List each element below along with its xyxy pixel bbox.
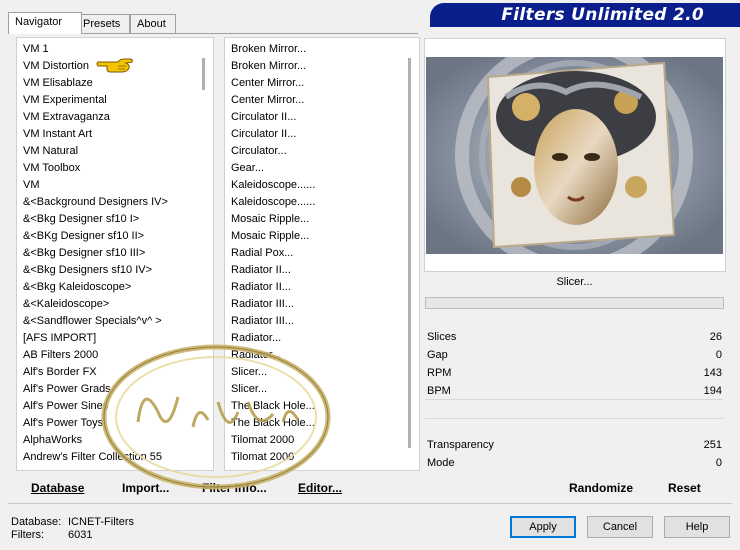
param-slices-value[interactable]: 26 xyxy=(662,331,722,343)
category-scrollbar-thumb[interactable] xyxy=(202,58,205,90)
filter-list-item[interactable]: Broken Mirror... xyxy=(225,58,315,75)
param-mode-label: Mode xyxy=(427,457,455,469)
watermark-stamp xyxy=(101,344,331,490)
param-divider xyxy=(425,418,723,419)
status-filters-label: Filters: xyxy=(11,529,44,541)
app-title: Filters Unlimited 2.0 xyxy=(501,5,704,25)
category-list-item[interactable]: VM Extravaganza xyxy=(17,109,168,126)
status-database-value: ICNET-Filters xyxy=(68,516,134,528)
filter-list-item[interactable]: Mosaic Ripple... xyxy=(225,211,315,228)
filter-list-item[interactable]: Circulator... xyxy=(225,143,315,160)
category-list-item[interactable]: VM xyxy=(17,177,168,194)
param-transparency-value[interactable]: 251 xyxy=(662,439,722,451)
filter-scrollbar-thumb[interactable] xyxy=(408,58,411,448)
category-list-item[interactable]: VM Experimental xyxy=(17,92,168,109)
help-button[interactable]: Help xyxy=(664,516,730,538)
category-list-item[interactable]: VM Natural xyxy=(17,143,168,160)
database-button[interactable]: Database xyxy=(31,481,84,495)
tab-presets[interactable]: Presets xyxy=(76,14,130,33)
filter-list-item[interactable]: Radiator III... xyxy=(225,296,315,313)
tab-navigator[interactable]: Navigator xyxy=(8,12,82,34)
filter-list-item[interactable]: Circulator II... xyxy=(225,109,315,126)
filter-list-item[interactable]: Mosaic Ripple... xyxy=(225,228,315,245)
filter-name-label: Slicer... xyxy=(556,276,593,288)
filter-list-item[interactable]: Radiator III... xyxy=(225,313,315,330)
param-transparency-label: Transparency xyxy=(427,439,494,451)
filter-list-item[interactable]: Center Mirror... xyxy=(225,75,315,92)
filter-list-item[interactable]: Broken Mirror... xyxy=(225,41,315,58)
tab-about[interactable]: About xyxy=(130,14,176,33)
param-rpm-value[interactable]: 143 xyxy=(662,367,722,379)
param-mode-value[interactable]: 0 xyxy=(662,457,722,469)
filter-list-item[interactable]: Center Mirror... xyxy=(225,92,315,109)
param-divider xyxy=(425,399,723,400)
apply-button[interactable]: Apply xyxy=(510,516,576,538)
status-filters-value: 6031 xyxy=(68,529,93,541)
param-gap-label: Gap xyxy=(427,349,448,361)
category-list-item[interactable]: VM 1 xyxy=(17,41,168,58)
filter-progress-bar xyxy=(425,297,724,309)
category-list-item[interactable]: &<BKg Designer sf10 II> xyxy=(17,228,168,245)
category-list-item[interactable]: &<Kaleidoscope> xyxy=(17,296,168,313)
filter-list-item[interactable]: Radiator II... xyxy=(225,262,315,279)
category-list-item[interactable]: &<Sandflower Specials^v^ > xyxy=(17,313,168,330)
param-bpm-label: BPM xyxy=(427,385,451,397)
param-rpm-label: RPM xyxy=(427,367,452,379)
category-list-item[interactable]: &<Background Designers IV> xyxy=(17,194,168,211)
status-database-label: Database: xyxy=(11,516,62,528)
footer-divider xyxy=(8,503,732,504)
filter-list-item[interactable]: Kaleidoscope...... xyxy=(225,194,315,211)
randomize-button[interactable]: Randomize xyxy=(569,481,633,495)
category-list-item[interactable]: &<Bkg Kaleidoscope> xyxy=(17,279,168,296)
title-banner: Filters Unlimited 2.0 xyxy=(430,3,740,27)
preview-image xyxy=(426,57,723,254)
filter-list-item[interactable]: Kaleidoscope...... xyxy=(225,177,315,194)
param-slices-label: Slices xyxy=(427,331,457,343)
filter-list-item[interactable]: Radiator II... xyxy=(225,279,315,296)
filter-list-item[interactable]: Radial Pox... xyxy=(225,245,315,262)
filter-list-item[interactable]: Gear... xyxy=(225,160,315,177)
cancel-button[interactable]: Cancel xyxy=(587,516,653,538)
category-list-item[interactable]: VM Elisablaze xyxy=(17,75,168,92)
category-list-item[interactable]: &<Bkg Designer sf10 III> xyxy=(17,245,168,262)
reset-button[interactable]: Reset xyxy=(668,481,701,495)
filter-list-item[interactable]: Circulator II... xyxy=(225,126,315,143)
category-list-item[interactable]: &<Bkg Designer sf10 I> xyxy=(17,211,168,228)
param-gap-value[interactable]: 0 xyxy=(662,349,722,361)
pointing-hand-icon xyxy=(96,58,133,73)
category-list-item[interactable]: VM Distortion xyxy=(17,58,168,75)
category-list-item[interactable]: VM Instant Art xyxy=(17,126,168,143)
category-list-item[interactable]: VM Toolbox xyxy=(17,160,168,177)
category-list-item[interactable]: &<Bkg Designers sf10 IV> xyxy=(17,262,168,279)
param-bpm-value[interactable]: 194 xyxy=(662,385,722,397)
